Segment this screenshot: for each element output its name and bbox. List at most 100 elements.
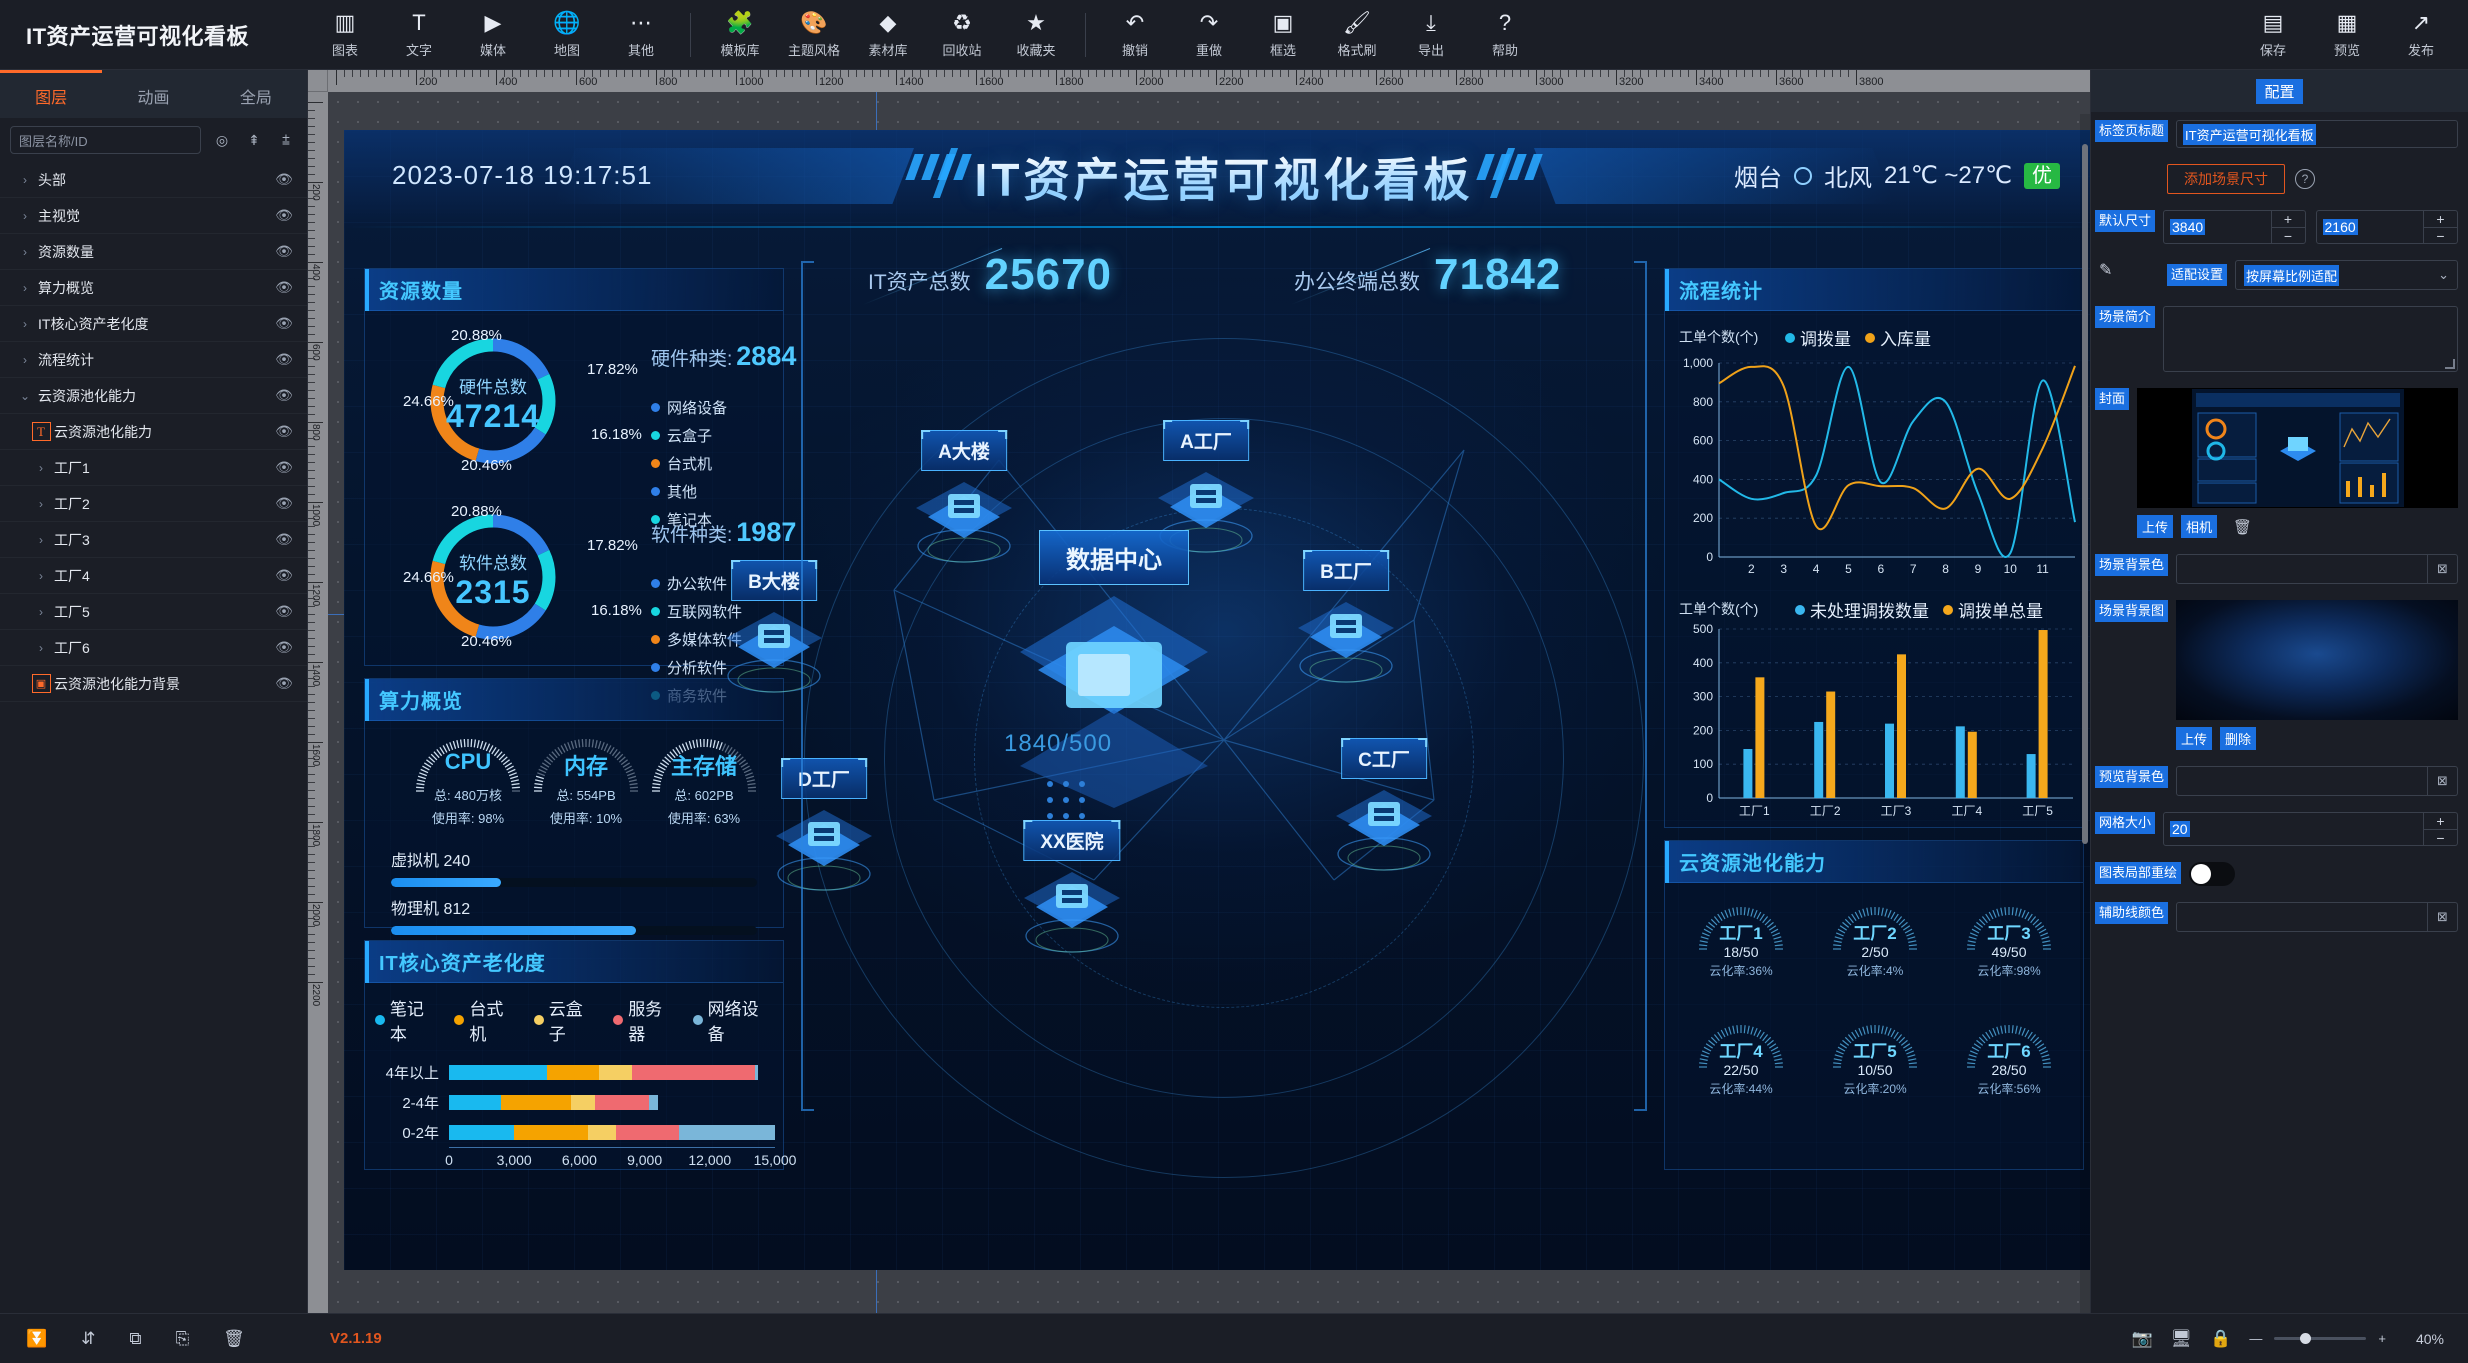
chevron-icon[interactable]: › xyxy=(28,533,54,547)
help-icon[interactable]: ? xyxy=(2295,169,2315,189)
preview-bg-color-swatch[interactable] xyxy=(2176,766,2428,796)
eye-icon[interactable]: 👁 xyxy=(271,387,297,404)
layer-row[interactable]: ›算力概览👁 xyxy=(0,270,307,306)
chevron-icon[interactable]: ▣ xyxy=(28,674,54,693)
collapse-all-icon[interactable]: ⇞ xyxy=(243,129,265,151)
toolbar-item-undo[interactable]: ↶撤销 xyxy=(1098,0,1172,70)
layer-row[interactable]: T云资源池化能力👁 xyxy=(0,414,307,450)
panel-compute-overview[interactable]: 算力概览 CPU总: 480万核使用率: 98%内存总: 554PB使用率: 1… xyxy=(364,678,784,928)
left-tab-1[interactable]: 动画 xyxy=(102,70,204,118)
duplicate-icon[interactable]: ⧉ xyxy=(129,1329,141,1349)
toolbar-item-globe[interactable]: 🌐地图 xyxy=(530,0,604,70)
eye-icon[interactable]: 👁 xyxy=(271,567,297,584)
panel-cloud-pool[interactable]: 云资源池化能力 工厂118/50云化率:36%工厂22/50云化率:4%工厂34… xyxy=(1664,840,2084,1170)
chevron-icon[interactable]: › xyxy=(28,461,54,475)
eye-icon[interactable]: 👁 xyxy=(271,243,297,260)
scene-bg-image-preview[interactable] xyxy=(2176,600,2458,720)
canvas-scrollbar[interactable] xyxy=(2080,114,2090,1313)
layer-row[interactable]: ›工厂2👁 xyxy=(0,486,307,522)
zoom-control[interactable]: — + xyxy=(2249,1331,2386,1346)
align-bottom-icon[interactable]: ⏬ xyxy=(26,1329,47,1349)
zoom-slider-thumb[interactable] xyxy=(2300,1333,2311,1344)
chevron-icon[interactable]: › xyxy=(28,641,54,655)
chevron-icon[interactable]: › xyxy=(12,245,38,259)
pool-card[interactable]: 工厂349/50云化率:98% xyxy=(1955,903,2063,979)
panel-asset-aging[interactable]: IT核心资产老化度 笔记本台式机云盒子服务器网络设备 4年以上2-4年0-2年 … xyxy=(364,940,784,1170)
height-increment-icon[interactable]: + xyxy=(2424,211,2457,227)
building-tag[interactable]: C工厂 xyxy=(1341,738,1427,779)
layer-row[interactable]: ▣云资源池化能力背景👁 xyxy=(0,666,307,702)
cover-camera-button[interactable]: 相机 xyxy=(2181,515,2217,538)
eye-icon[interactable]: 👁 xyxy=(271,675,297,692)
toolbar-item-format-brush[interactable]: 🖌格式刷 xyxy=(1320,0,1394,70)
eye-icon[interactable]: 👁 xyxy=(271,639,297,656)
toolbar-item-layers[interactable]: ◆素材库 xyxy=(851,0,925,70)
copy-icon[interactable]: ⎘ xyxy=(176,1329,190,1349)
cover-upload-button[interactable]: 上传 xyxy=(2137,515,2173,538)
building-tag[interactable]: A大楼 xyxy=(921,430,1007,471)
chevron-icon[interactable]: ⌄ xyxy=(12,389,38,403)
scene-bg-color-swatch[interactable] xyxy=(2176,554,2428,584)
pool-card[interactable]: 工厂118/50云化率:36% xyxy=(1687,903,1795,979)
delete-icon[interactable]: 🗑 xyxy=(223,1329,245,1349)
pool-card[interactable]: 工厂422/50云化率:44% xyxy=(1687,1021,1795,1097)
guide-line-color-swatch[interactable] xyxy=(2176,902,2428,932)
building-tag[interactable]: A工厂 xyxy=(1163,420,1249,461)
eye-icon[interactable]: 👁 xyxy=(271,531,297,548)
add-scene-size-button[interactable]: 添加场景尺寸 xyxy=(2167,164,2285,194)
eye-icon[interactable]: 👁 xyxy=(271,423,297,440)
panel-process-stats[interactable]: 流程统计 工单个数(个) 调拨量入库量 02004006008001,00023… xyxy=(1664,268,2084,828)
layer-row[interactable]: ›流程统计👁 xyxy=(0,342,307,378)
tab-config[interactable]: 配置 xyxy=(2256,79,2302,104)
left-tab-2[interactable]: 全局 xyxy=(205,70,307,118)
color-picker-icon[interactable]: ⊠ xyxy=(2428,902,2458,932)
toolbar-item-publish[interactable]: ↗发布 xyxy=(2384,0,2458,70)
eye-icon[interactable]: 👁 xyxy=(271,171,297,188)
width-increment-icon[interactable]: + xyxy=(2272,211,2305,227)
toolbar-item-export[interactable]: ⤓导出 xyxy=(1394,0,1468,70)
toolbar-item-palette[interactable]: 🎨主题风格 xyxy=(777,0,851,70)
grid-decrement-icon[interactable]: − xyxy=(2424,829,2457,846)
cover-thumbnail[interactable] xyxy=(2137,388,2458,508)
eye-icon[interactable]: 👁 xyxy=(271,459,297,476)
chevron-icon[interactable]: › xyxy=(12,209,38,223)
layer-row[interactable]: ›主视觉👁 xyxy=(0,198,307,234)
zoom-in-button[interactable]: + xyxy=(2378,1331,2386,1346)
pool-card[interactable]: 工厂628/50云化率:56% xyxy=(1955,1021,2063,1097)
width-decrement-icon[interactable]: − xyxy=(2272,227,2305,244)
grid-increment-icon[interactable]: + xyxy=(2424,813,2457,829)
pool-card[interactable]: 工厂510/50云化率:20% xyxy=(1821,1021,1929,1097)
layer-row[interactable]: ›工厂5👁 xyxy=(0,594,307,630)
layer-row[interactable]: ›工厂4👁 xyxy=(0,558,307,594)
eye-icon[interactable]: 👁 xyxy=(271,495,297,512)
building-tag[interactable]: D工厂 xyxy=(781,758,867,799)
toolbar-item-marquee[interactable]: ▣框选 xyxy=(1246,0,1320,70)
layer-row[interactable]: ›工厂3👁 xyxy=(0,522,307,558)
pool-card[interactable]: 工厂22/50云化率:4% xyxy=(1821,903,1929,979)
toolbar-item-preview[interactable]: ▦预览 xyxy=(2310,0,2384,70)
color-picker-icon[interactable]: ⊠ xyxy=(2428,766,2458,796)
tab-title-input[interactable]: IT资产运营可视化看板 xyxy=(2176,120,2458,148)
toolbar-item-text[interactable]: T文字 xyxy=(382,0,456,70)
toolbar-item-bar-chart[interactable]: ▥图表 xyxy=(308,0,382,70)
dashboard-board[interactable]: IT资产运营可视化看板 2023-07-18 19:17:51 烟台 北风 21… xyxy=(344,130,2090,1270)
toolbar-item-save[interactable]: ▤保存 xyxy=(2236,0,2310,70)
building-tag[interactable]: B工厂 xyxy=(1303,550,1389,591)
fit-setting-select[interactable]: 按屏幕比例适配 ⌄ xyxy=(2235,260,2458,290)
toolbar-item-more[interactable]: ⋯其他 xyxy=(604,0,678,70)
lock-icon[interactable]: 🔒 xyxy=(2210,1329,2231,1349)
chevron-icon[interactable]: › xyxy=(28,605,54,619)
zoom-out-button[interactable]: — xyxy=(2249,1331,2262,1346)
eye-icon[interactable]: 👁 xyxy=(271,315,297,332)
zoom-slider[interactable] xyxy=(2274,1337,2366,1340)
scene-intro-textarea[interactable] xyxy=(2163,306,2458,372)
eye-icon[interactable]: 👁 xyxy=(271,351,297,368)
chevron-icon[interactable]: › xyxy=(12,317,38,331)
chevron-icon[interactable]: › xyxy=(12,173,38,187)
camera-icon[interactable]: 📷 xyxy=(2131,1329,2152,1349)
align-distribute-icon[interactable]: ⇵ xyxy=(81,1329,95,1349)
layer-row[interactable]: ›工厂1👁 xyxy=(0,450,307,486)
layer-row[interactable]: ›头部👁 xyxy=(0,162,307,198)
eye-icon[interactable]: 👁 xyxy=(271,207,297,224)
trash-icon[interactable]: 🗑 xyxy=(2233,518,2252,536)
